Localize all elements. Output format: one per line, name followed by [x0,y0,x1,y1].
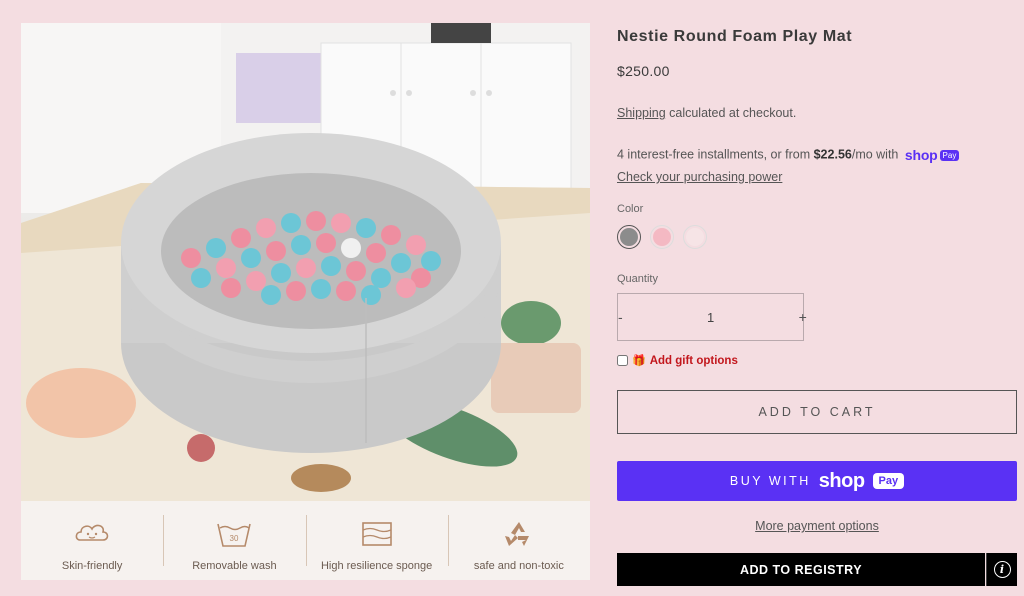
product-info: Nestie Round Foam Play Mat $250.00 Shipp… [617,0,1017,596]
feature-label: safe and non-toxic [473,560,564,572]
installments-note: 4 interest-free installments, or from $2… [617,147,960,163]
color-swatches [617,225,707,249]
swatch-light-pink-fill [686,228,704,246]
recycle-icon [504,522,529,546]
wash-tub-icon: 30 [217,523,252,547]
shop-pay-logo: shop Pay [904,147,960,163]
color-label: Color [617,203,644,215]
feature-skin-friendly: Skin-friendly [21,501,163,580]
product-title: Nestie Round Foam Play Mat [617,28,853,45]
info-icon: i [993,561,1011,578]
feature-label: Skin-friendly [61,560,123,572]
gift-options-checkbox[interactable] [617,355,628,366]
shipping-text: calculated at checkout. [665,106,797,120]
cloud-face-icon [75,524,109,541]
purchasing-power-link[interactable]: Check your purchasing power [617,170,782,184]
pay-logo-badge: Pay [939,149,960,161]
shop-logo-word: shop [904,147,938,163]
quantity-input[interactable] [622,294,799,340]
installments-suffix: /mo with [851,147,899,162]
feature-removable-wash: 30 Removable wash [163,501,305,580]
quantity-increase-button[interactable]: + [799,294,807,340]
swatch-pink-fill [653,228,671,246]
add-to-registry-button[interactable]: ADD TO REGISTRY [617,553,985,586]
feature-label: Removable wash [192,560,277,572]
svg-text:30: 30 [230,534,239,543]
installments-amount: $22.56 [813,147,852,162]
swatch-grey-fill [620,228,638,246]
feature-strip: Skin-friendly 30 Removable wash High res… [21,501,590,580]
gift-options[interactable]: 🎁 Add gift options [617,354,738,367]
quantity-stepper: - + [617,293,807,341]
product-photo[interactable] [21,23,590,501]
more-payment-options-link[interactable]: More payment options [617,519,1017,533]
swatch-light-pink[interactable] [683,225,707,249]
gift-options-label: Add gift options [649,354,738,367]
registry-info-button[interactable]: i [986,553,1017,586]
shipping-note: Shipping calculated at checkout. [617,106,796,120]
swatch-pink[interactable] [650,225,674,249]
pay-logo-badge: Pay [872,473,905,489]
feature-high-resilience-sponge: High resilience sponge [305,501,448,580]
shop-logo-word: shop [818,469,865,492]
swatch-grey[interactable] [617,225,641,249]
buy-with-label: BUY WITH [729,474,811,488]
shipping-link[interactable]: Shipping [617,106,666,120]
feature-safe-non-toxic: safe and non-toxic [447,501,590,580]
feature-label: High resilience sponge [320,560,433,572]
sponge-layers-icon [361,522,392,546]
gift-icon: 🎁 [632,355,646,367]
add-to-cart-button[interactable]: ADD TO CART [617,390,1017,434]
product-price: $250.00 [617,63,670,79]
ball-pit-illustration [21,23,590,501]
quantity-label: Quantity [617,273,658,285]
buy-with-shop-pay-button[interactable]: BUY WITH shop Pay [617,461,1017,501]
installments-prefix: 4 interest-free installments, or from [617,147,814,162]
product-media: Skin-friendly 30 Removable wash High res… [21,23,590,580]
